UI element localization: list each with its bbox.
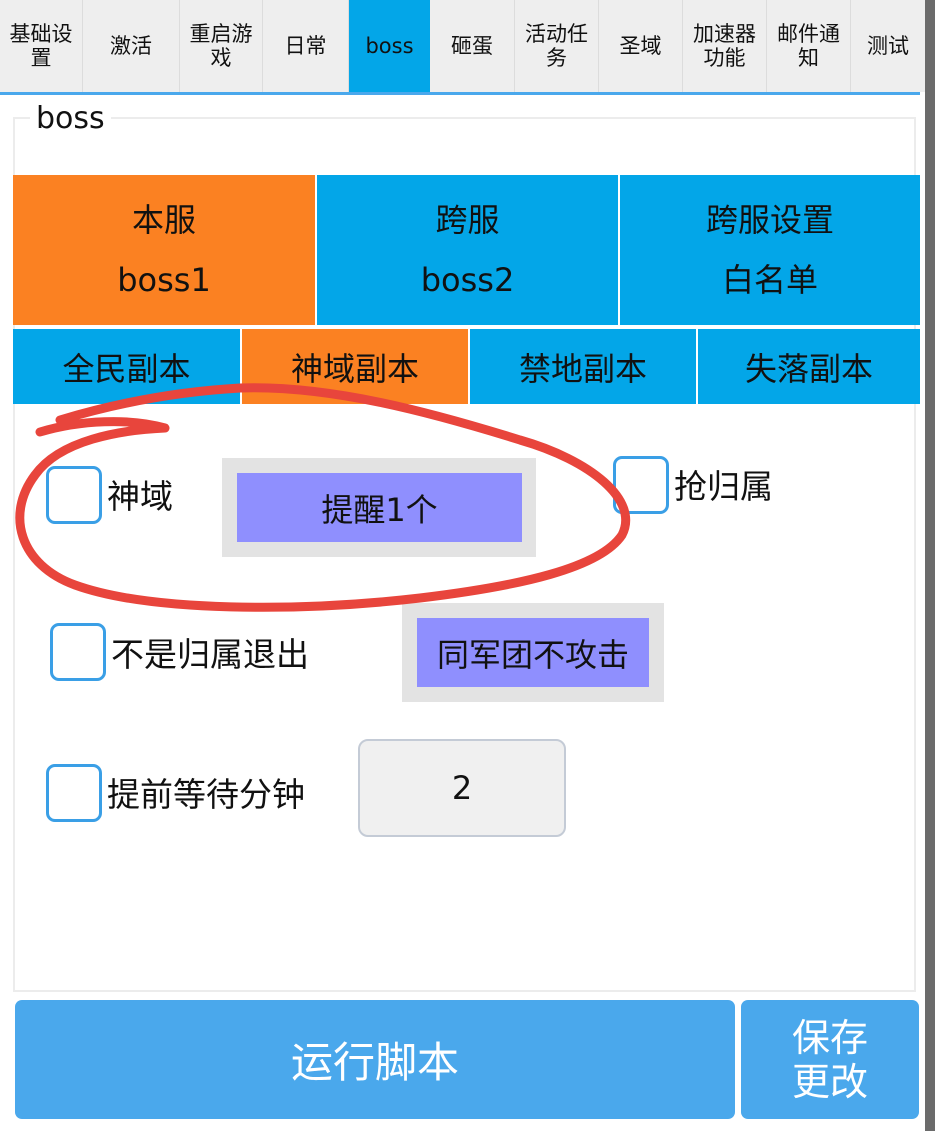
grab-ownership-label: 抢归属: [674, 467, 773, 506]
server-button-label: 本服: [131, 201, 196, 239]
dungeon-tab-forbidden[interactable]: 禁地副本: [470, 329, 696, 404]
server-button-cross[interactable]: 跨服 boss2: [317, 175, 618, 325]
wait-minutes-input[interactable]: 2: [358, 739, 566, 837]
not-owner-exit-label: 不是归属退出: [111, 635, 309, 674]
server-button-cross-settings[interactable]: 跨服设置 白名单: [620, 175, 920, 325]
tab-boss[interactable]: boss: [349, 0, 430, 92]
tab-mail-notify[interactable]: 邮件通 知: [767, 0, 851, 92]
tab-test[interactable]: 测试: [851, 0, 925, 92]
tab-activate[interactable]: 激活: [83, 0, 180, 92]
server-button-label: 跨服设置: [705, 201, 834, 239]
dungeon-tab-all[interactable]: 全民副本: [13, 329, 240, 404]
tab-accelerator[interactable]: 加速器 功能: [683, 0, 767, 92]
server-button-sublabel: boss1: [117, 261, 211, 299]
remind-button[interactable]: 提醒1个: [237, 473, 522, 542]
run-script-button[interactable]: 运行脚本: [15, 1000, 735, 1119]
wait-minutes-label: 提前等待分钟: [107, 775, 305, 814]
shenyu-label: 神域: [107, 477, 173, 516]
top-tab-bar: 基础设 置 激活 重启游 戏 日常 boss 砸蛋 活动任 务 圣域 加速器 功…: [0, 0, 935, 92]
server-button-label: 跨服: [435, 201, 500, 239]
tab-activity-tasks[interactable]: 活动任 务: [515, 0, 599, 92]
tab-underline: [0, 92, 920, 95]
tab-smash-egg[interactable]: 砸蛋: [430, 0, 515, 92]
group-title: boss: [30, 100, 111, 138]
shenyu-checkbox[interactable]: [46, 466, 102, 524]
server-button-local[interactable]: 本服 boss1: [13, 175, 315, 325]
save-changes-button[interactable]: 保存 更改: [741, 1000, 919, 1119]
server-button-sublabel: boss2: [420, 261, 515, 299]
dungeon-tab-lost[interactable]: 失落副本: [698, 329, 920, 404]
tab-basic-settings[interactable]: 基础设 置: [0, 0, 83, 92]
server-button-sublabel: 白名单: [721, 261, 818, 299]
scroll-edge: [925, 0, 935, 1131]
tab-daily[interactable]: 日常: [263, 0, 349, 92]
not-owner-exit-checkbox[interactable]: [50, 623, 106, 681]
no-attack-same-legion-button[interactable]: 同军团不攻击: [417, 618, 649, 687]
tab-holy-domain[interactable]: 圣域: [599, 0, 683, 92]
dungeon-tab-shenyu[interactable]: 神域副本: [242, 329, 468, 404]
wait-minutes-checkbox[interactable]: [46, 764, 102, 822]
grab-ownership-checkbox[interactable]: [613, 456, 669, 514]
tab-restart-game[interactable]: 重启游 戏: [180, 0, 263, 92]
